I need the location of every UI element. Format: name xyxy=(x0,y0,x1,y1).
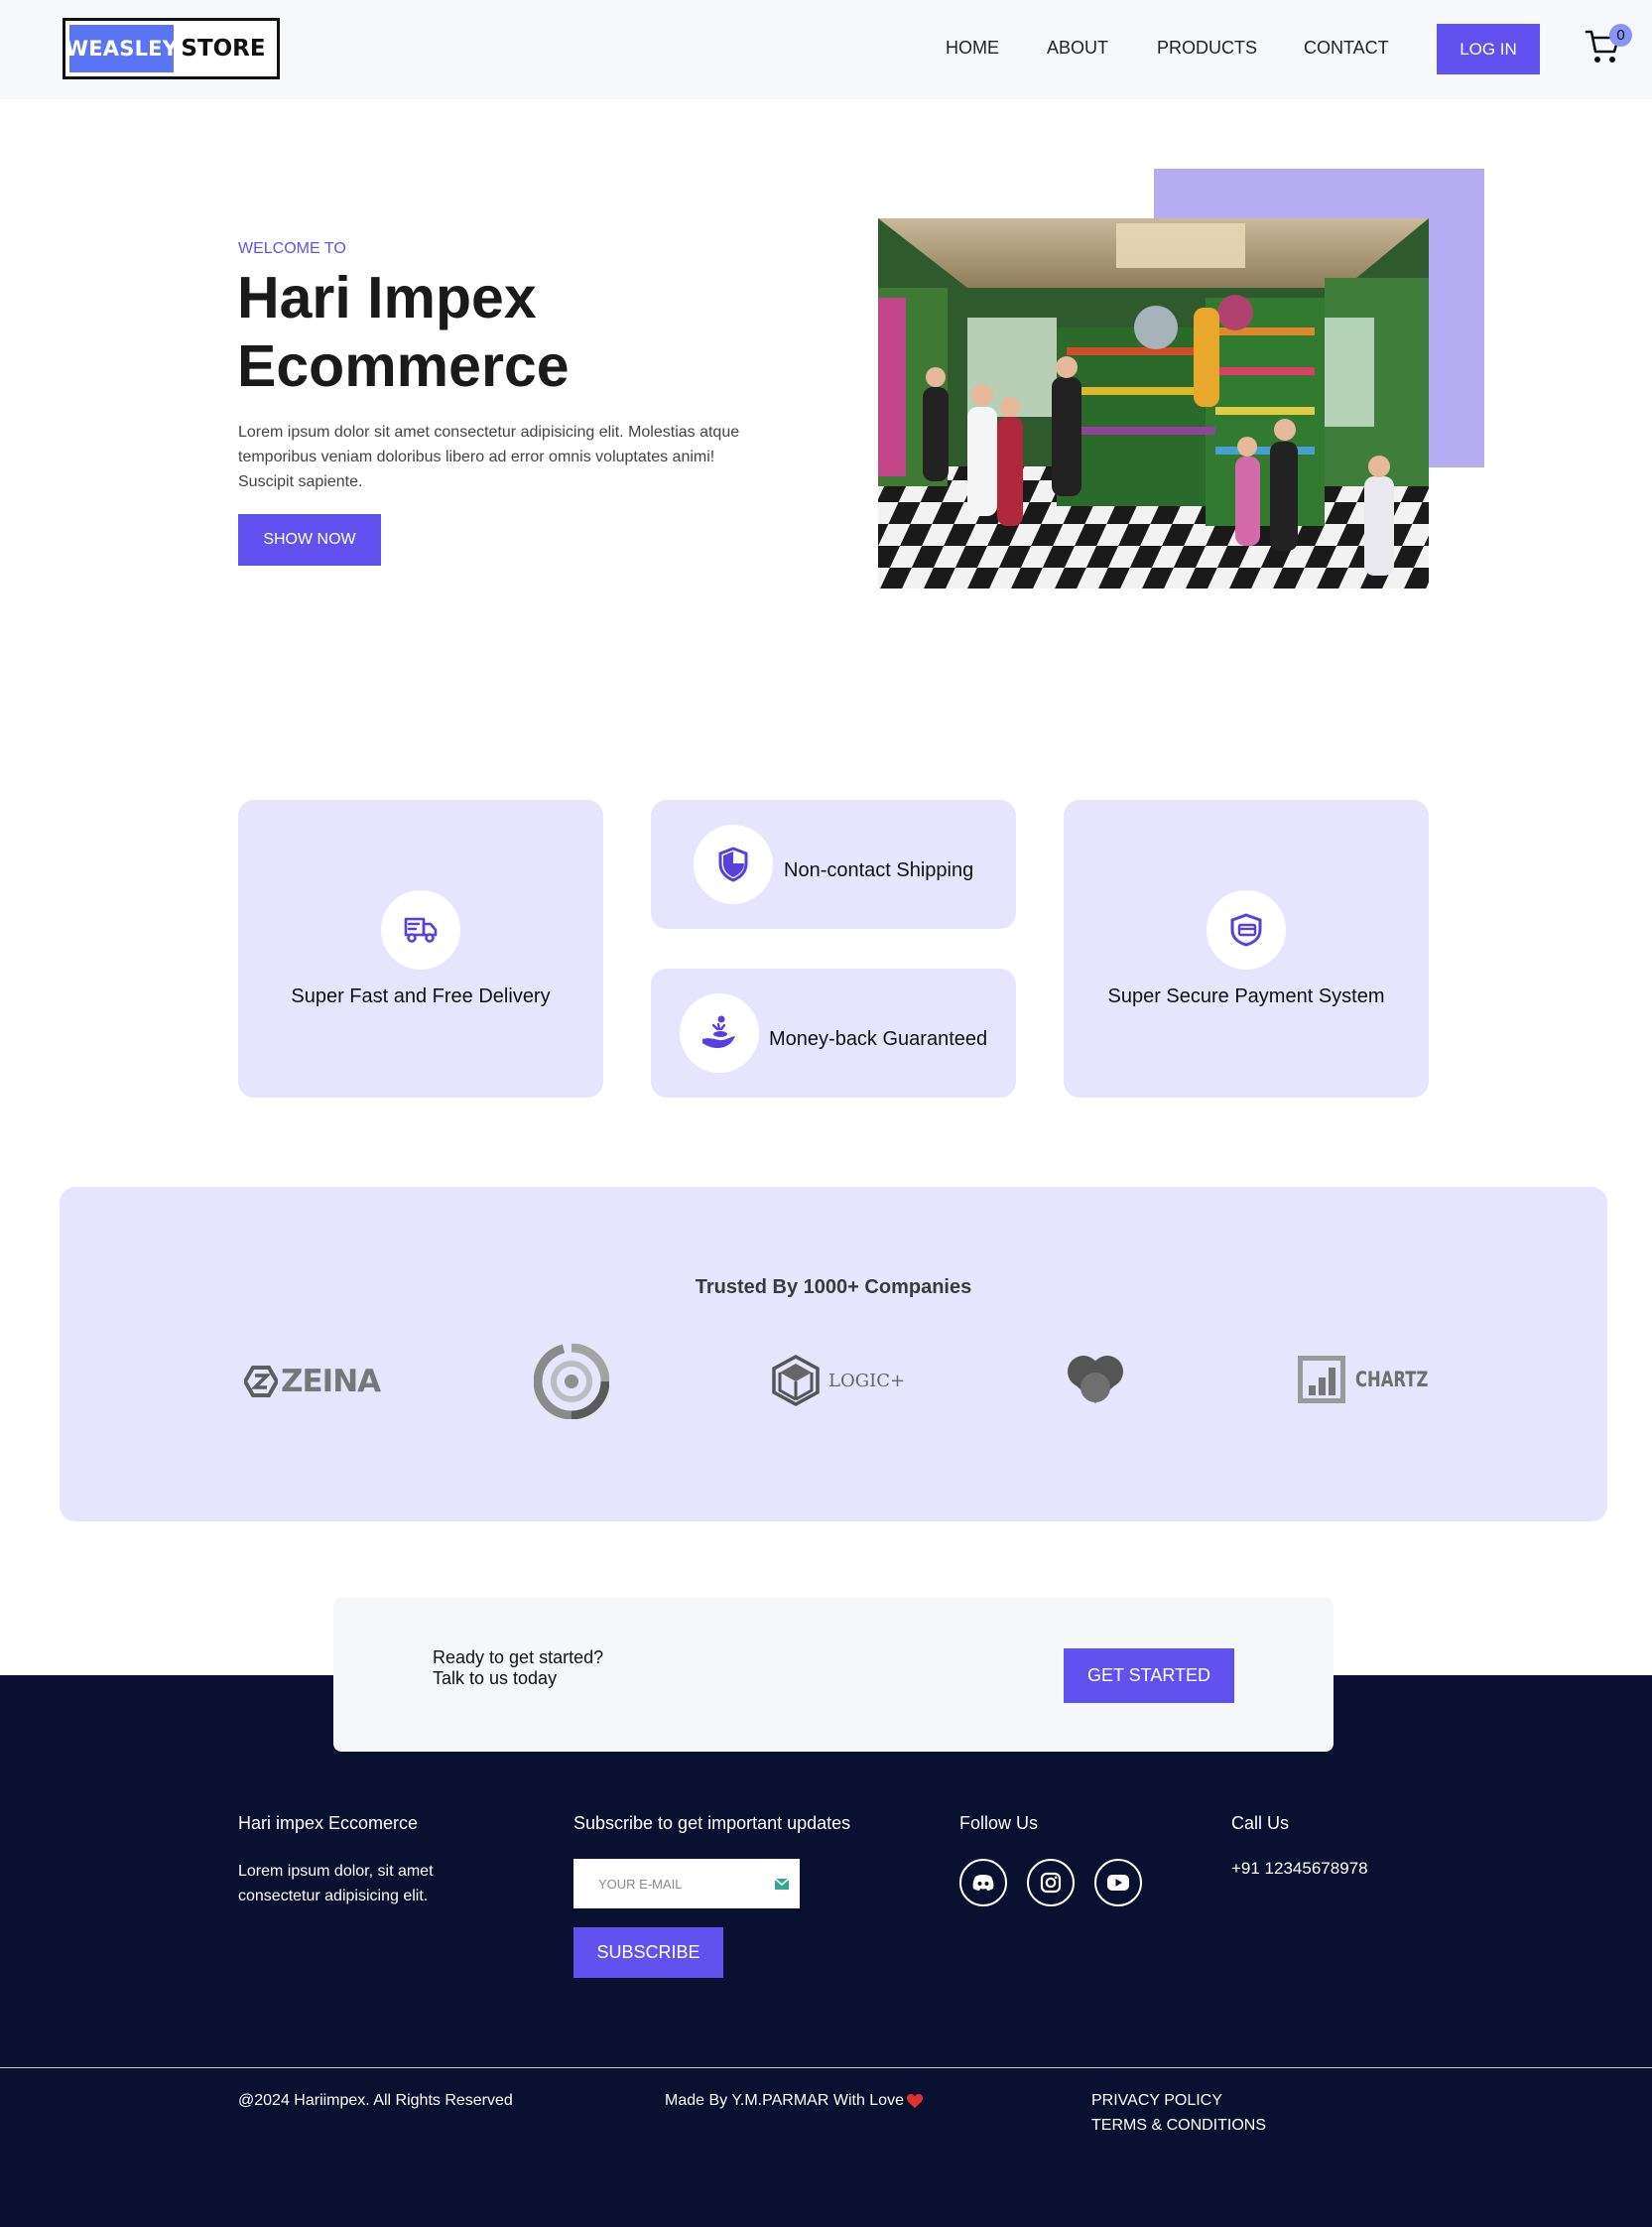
instagram-icon[interactable] xyxy=(1027,1859,1075,1906)
heart-icon xyxy=(906,2094,923,2108)
logo-inner: WEASLEY STORE xyxy=(65,25,273,72)
footer-divider xyxy=(0,2067,1652,2068)
discord-icon[interactable] xyxy=(959,1859,1007,1906)
feature-label-moneyback: Money-back Guaranteed xyxy=(769,1028,988,1050)
feature-card-shipping: Non-contact Shipping xyxy=(651,800,1016,929)
cube-icon xyxy=(772,1355,820,1406)
feature-label-delivery: Super Fast and Free Delivery xyxy=(291,985,551,1007)
footer-follow-title: Follow Us xyxy=(959,1813,1039,1833)
hero-title-line1: Hari Impex xyxy=(237,265,537,330)
secure-card-icon xyxy=(1207,890,1286,970)
store-logo[interactable]: WEASLEY STORE xyxy=(63,18,280,79)
email-field[interactable] xyxy=(573,1859,762,1908)
cart-count-badge: 0 xyxy=(1609,24,1632,47)
footer-subscribe-title: Subscribe to get important updates xyxy=(573,1813,851,1833)
feature-label-shipping: Non-contact Shipping xyxy=(784,859,974,881)
brand-name-logic: LOGIC+ xyxy=(828,1370,906,1391)
nav-contact[interactable]: CONTACT xyxy=(1304,38,1389,59)
hero-kicker: WELCOME TO xyxy=(238,240,346,257)
feature-card-payment: Super Secure Payment System xyxy=(1064,800,1429,1098)
brand-name-chartz: CHARTZ xyxy=(1355,1368,1429,1391)
cta-line2: Talk to us today xyxy=(433,1668,558,1688)
feature-card-delivery: Super Fast and Free Delivery xyxy=(238,800,603,1098)
feature-card-moneyback: Money-back Guaranteed xyxy=(651,969,1016,1098)
trusted-title: Trusted By 1000+ Companies xyxy=(695,1276,972,1298)
footer-phone: +91 12345678978 xyxy=(1231,1859,1368,1878)
trusted-section: Trusted By 1000+ Companies ZEINA LOGIC+ xyxy=(60,1187,1607,1521)
truck-icon xyxy=(381,890,460,970)
brand-logo-ring xyxy=(534,1344,609,1419)
email-field-box xyxy=(573,1859,800,1908)
site-footer xyxy=(0,1675,1652,2227)
bar-chart-icon xyxy=(1298,1356,1345,1403)
brand-name-zeina: ZEINA xyxy=(281,1364,381,1399)
cta-line1: Ready to get started? xyxy=(433,1647,604,1667)
site-header: WEASLEY STORE HOME ABOUT PRODUCTS CONTAC… xyxy=(0,0,1652,99)
zeina-hexagon-icon xyxy=(244,1366,278,1397)
nav-home[interactable]: HOME xyxy=(946,38,999,59)
hand-coin-icon xyxy=(680,993,759,1073)
footer-about-text: Lorem ipsum dolor, sit amet consectetur … xyxy=(238,1863,434,1904)
footer-made-by: Made By Y.M.PARMAR With Love xyxy=(665,2092,924,2110)
hero-title: Hari Impex Ecommerce xyxy=(237,264,753,401)
brand-logo-heart xyxy=(1064,1354,1127,1405)
footer-copyright: @2024 Hariimpex. All Rights Reserved xyxy=(238,2092,513,2109)
footer-about-title: Hari impex Eccomerce xyxy=(238,1813,419,1833)
shield-icon xyxy=(694,825,773,904)
footer-call-title: Call Us xyxy=(1231,1813,1290,1833)
youtube-icon[interactable] xyxy=(1094,1859,1142,1906)
cta-box: Ready to get started? Talk to us today G… xyxy=(333,1598,1334,1752)
brand-logo-logic: LOGIC+ xyxy=(771,1354,905,1407)
show-now-button[interactable]: SHOW NOW xyxy=(238,514,381,566)
feature-label-payment: Super Secure Payment System xyxy=(1107,985,1385,1007)
logo-text-right: STORE xyxy=(181,36,266,62)
login-button[interactable]: LOG IN xyxy=(1437,24,1540,74)
brand-logo-zeina: ZEINA xyxy=(244,1364,381,1399)
cta-text: Ready to get started? Talk to us today xyxy=(433,1647,603,1689)
brand-logo-chartz: CHARTZ xyxy=(1298,1356,1449,1403)
terms-link[interactable]: TERMS & CONDITIONS xyxy=(1091,2117,1266,2135)
nav-about[interactable]: ABOUT xyxy=(1047,38,1108,59)
nav-products[interactable]: PRODUCTS xyxy=(1157,38,1257,59)
privacy-policy-link[interactable]: PRIVACY POLICY xyxy=(1091,2092,1222,2110)
hero-description: Lorem ipsum dolor sit amet consectetur a… xyxy=(238,424,740,490)
footer-made-by-text: Made By Y.M.PARMAR With Love xyxy=(665,2092,904,2109)
subscribe-button[interactable]: SUBSCRIBE xyxy=(573,1927,723,1978)
send-mail-icon[interactable] xyxy=(774,1878,790,1891)
hero-title-line2: Ecommerce xyxy=(237,333,570,399)
hero-candy-shop-image xyxy=(878,218,1429,589)
get-started-button[interactable]: GET STARTED xyxy=(1064,1648,1234,1703)
logo-text-left: WEASLEY xyxy=(65,25,178,72)
